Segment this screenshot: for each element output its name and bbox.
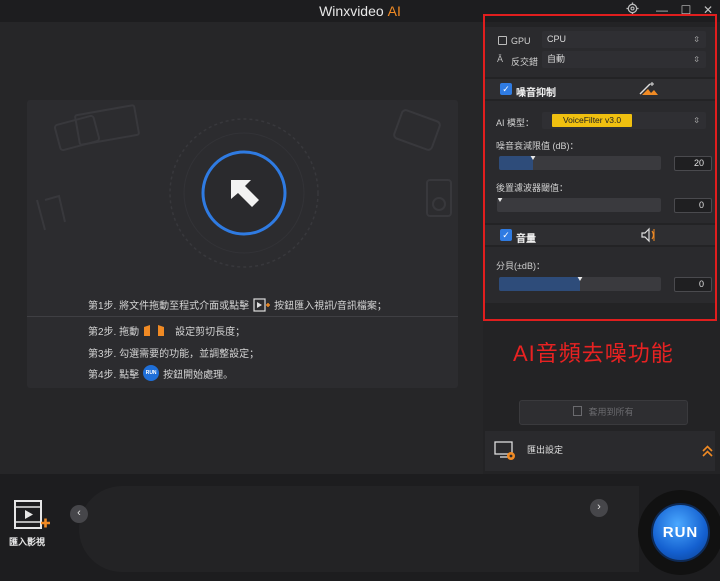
chevron-double-up-icon[interactable] (701, 444, 714, 458)
app-title: Winxvideo AI (319, 3, 401, 19)
volume-checkbox[interactable]: ✓ (500, 229, 512, 241)
step-3: 第3步. 勾選需要的功能，並調整設定； (88, 349, 260, 360)
minimize-button[interactable]: — (652, 2, 672, 18)
clip-strip (79, 486, 639, 572)
maximize-button[interactable]: ☐ (676, 2, 696, 18)
decibel-value[interactable]: 0 (674, 277, 712, 292)
threshold-slider[interactable] (499, 156, 661, 170)
export-settings-icon (494, 441, 515, 460)
gpu-select[interactable]: CPU ⇳ (542, 31, 706, 48)
post-filter-label: 後置濾波器閾值： (496, 183, 569, 193)
import-video-icon (253, 297, 271, 312)
ai-model-label: AI 模型： (496, 118, 535, 128)
ai-model-select[interactable]: VoiceFilter v3.0 ⇳ (542, 112, 706, 129)
post-filter-slider-thumb[interactable] (497, 198, 503, 202)
step-4: 第4步. 點擊 RUN 按鈕開始處理。 (88, 365, 233, 381)
decibel-slider-fill (499, 277, 580, 291)
export-settings-label: 匯出設定 (527, 445, 564, 455)
chevron-updown-icon: ⇳ (693, 55, 700, 64)
drop-zone-divider (27, 316, 458, 317)
threshold-label: 噪音衰減限值 (dB)： (496, 141, 579, 151)
chevron-updown-icon: ⇳ (693, 116, 700, 125)
step-2: 第2步. 拖動 設定剪切長度； (88, 323, 245, 338)
magic-wand-icon[interactable] (638, 80, 660, 96)
close-button[interactable]: ✕ (698, 2, 718, 18)
step-1: 第1步. 將文件拖動至程式介面或點擊 按鈕匯入視訊/音訊檔案； (88, 297, 387, 312)
deinterlace-label: 反交錯 (511, 57, 539, 67)
trim-handles-icon (144, 325, 165, 336)
annotation-caption: AI音頻去噪功能 (513, 341, 674, 366)
ai-model-tag: VoiceFilter v3.0 (552, 114, 632, 127)
run-mini-icon: RUN (143, 365, 160, 381)
speaker-icon[interactable] (640, 227, 658, 243)
threshold-slider-fill (499, 156, 534, 170)
strip-prev-button[interactable]: ‹ (70, 505, 88, 523)
noise-suppression-title: 噪音抑制 (516, 88, 556, 99)
decibel-label: 分貝(±dB)： (496, 261, 545, 271)
import-media-label[interactable]: 匯入影視 (9, 535, 45, 548)
decibel-slider[interactable] (499, 277, 661, 291)
import-media-icon[interactable] (14, 499, 50, 531)
decibel-slider-thumb[interactable] (577, 277, 583, 281)
gpu-label: GPU (511, 36, 531, 46)
copy-icon (573, 406, 583, 416)
gear-icon[interactable] (622, 2, 642, 18)
strip-next-button[interactable]: › (590, 499, 608, 517)
post-filter-value[interactable]: 0 (674, 198, 712, 213)
gpu-icon (498, 36, 507, 45)
post-filter-slider[interactable] (497, 198, 661, 212)
deinterlace-select[interactable]: 自動 ⇳ (542, 51, 706, 68)
noise-suppression-checkbox[interactable]: ✓ (500, 83, 512, 95)
run-button[interactable]: RUN (651, 503, 710, 562)
export-settings-bar[interactable] (485, 431, 715, 471)
threshold-value[interactable]: 20 (674, 156, 712, 171)
threshold-slider-thumb[interactable] (530, 156, 537, 160)
chevron-updown-icon: ⇳ (693, 35, 700, 44)
deinterlace-icon: Ā (497, 54, 504, 64)
volume-title: 音量 (516, 234, 536, 245)
apply-to-all-button[interactable]: 套用到所有 (519, 400, 688, 425)
import-arrow-icon[interactable] (200, 149, 288, 237)
volume-group (485, 247, 715, 303)
